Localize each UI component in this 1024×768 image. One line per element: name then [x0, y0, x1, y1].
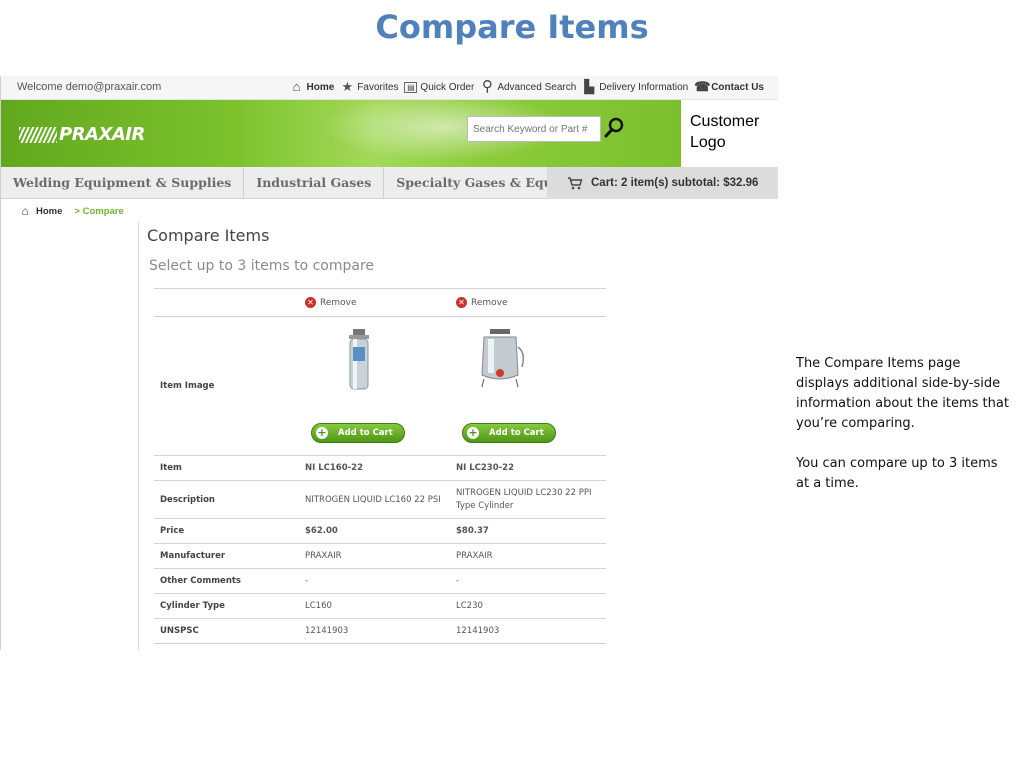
welcome-text: Welcome demo@praxair.com	[17, 81, 162, 93]
cylinder-type-value: LC160	[299, 593, 450, 619]
breadcrumb-current: > Compare	[74, 205, 124, 217]
table-row: Cylinder Type LC160 LC230	[154, 593, 606, 619]
cart-summary[interactable]: Cart: 2 item(s) subtotal: $32.96	[547, 167, 778, 199]
star-icon: ★	[341, 79, 354, 94]
price-value: $80.37	[450, 518, 606, 544]
table-cell: + Add to Cart	[299, 316, 450, 456]
row-label-manufacturer: Manufacturer	[154, 543, 299, 569]
home-icon: ⌂	[21, 204, 29, 218]
page-subtitle: Select up to 3 items to compare	[149, 258, 375, 274]
cylinder-image-lc230[interactable]	[470, 327, 530, 393]
category-nav: Welding Equipment & Supplies Industrial …	[0, 167, 778, 199]
contact-us-link[interactable]: ☎ Contact Us	[694, 80, 764, 94]
price-value: $62.00	[299, 518, 450, 544]
utility-bar: Welcome demo@praxair.com ⌂ Home ★ Favorite…	[0, 76, 778, 100]
remove-button[interactable]: ✕ Remove	[456, 297, 508, 308]
row-label-item: Item	[154, 455, 299, 481]
table-row: UNSPSC 12141903 12141903	[154, 618, 606, 644]
delivery-icon: ▙	[584, 79, 595, 94]
description-value: NITROGEN LIQUID LC230 22 PPI Type Cylind…	[450, 480, 606, 519]
item-image-label: Item Image	[154, 316, 299, 456]
table-cell: ✕ Remove	[299, 288, 450, 317]
magnifier-icon: ⚲	[481, 78, 493, 95]
favorites-link[interactable]: ★ Favorites	[340, 80, 398, 94]
home-icon: ⌂	[292, 79, 301, 94]
row-label-price: Price	[154, 518, 299, 544]
unspsc-value: 12141903	[299, 618, 450, 644]
row-label-cylinder-type: Cylinder Type	[154, 593, 299, 619]
quick-order-icon: ▤	[404, 81, 418, 93]
table-row: ✕ Remove ✕ Remove	[154, 288, 606, 317]
note-paragraph: The Compare Items page displays addition…	[796, 356, 1009, 431]
table-cell	[154, 288, 299, 317]
remove-button[interactable]: ✕ Remove	[305, 297, 357, 308]
other-comments-value: -	[450, 568, 606, 594]
category-industrial-gases[interactable]: Industrial Gases	[244, 167, 385, 199]
slide-note: The Compare Items page displays addition…	[796, 354, 1011, 494]
item-image-cell: + Add to Cart	[456, 317, 606, 455]
cylinder-type-value: LC230	[450, 593, 606, 619]
browser-page: Welcome demo@praxair.com ⌂ Home ★ Favorite…	[0, 76, 778, 650]
table-row: Manufacturer PRAXAIR PRAXAIR	[154, 543, 606, 569]
compare-table: ✕ Remove ✕ Remove Item Image + Add to Cart	[154, 288, 606, 644]
table-row: Price $62.00 $80.37	[154, 518, 606, 544]
add-to-cart-button[interactable]: + Add to Cart	[462, 423, 556, 443]
item-link[interactable]: NI LC230-22	[450, 455, 606, 481]
plus-icon: +	[467, 426, 479, 439]
table-cell: ✕ Remove	[450, 288, 606, 317]
table-cell: + Add to Cart	[450, 316, 606, 456]
site-header: PRAXAIR Customer Logo	[0, 100, 778, 167]
quick-order-link[interactable]: ▤ Quick Order	[404, 81, 474, 93]
note-paragraph: You can compare up to 3 items at a time.	[796, 456, 998, 491]
row-label-other-comments: Other Comments	[154, 568, 299, 594]
table-row: Item NI LC160-22 NI LC230-22	[154, 455, 606, 481]
remove-icon: ✕	[305, 297, 316, 308]
item-link[interactable]: NI LC160-22	[299, 455, 450, 481]
search-icon[interactable]	[601, 115, 627, 141]
table-row: Description NITROGEN LIQUID LC160 22 PSI…	[154, 480, 606, 519]
breadcrumb-home[interactable]: Home	[36, 206, 62, 217]
cart-icon	[568, 177, 583, 190]
advanced-search-link[interactable]: ⚲ Advanced Search	[480, 78, 576, 95]
add-to-cart-button[interactable]: + Add to Cart	[311, 423, 405, 443]
logo-stripes-icon	[19, 126, 57, 143]
cylinder-image-lc160[interactable]	[329, 327, 389, 393]
unspsc-value: 12141903	[450, 618, 606, 644]
row-label-description: Description	[154, 480, 299, 519]
slide-title: Compare Items	[375, 8, 649, 46]
customer-logo: Customer Logo	[690, 111, 775, 153]
left-border	[0, 199, 1, 650]
home-link[interactable]: ⌂ Home	[290, 80, 335, 94]
item-image-cell: + Add to Cart	[305, 317, 450, 455]
table-row: Item Image + Add to Cart + Add to Cart	[154, 316, 606, 456]
remove-icon: ✕	[456, 297, 467, 308]
utility-nav: ⌂ Home ★ Favorites ▤ Quick Order ⚲ Advanced …	[290, 78, 764, 95]
praxair-logo[interactable]: PRAXAIR	[19, 124, 145, 145]
phone-icon: ☎	[694, 79, 711, 94]
search-input[interactable]	[467, 116, 601, 142]
table-row: Other Comments - -	[154, 568, 606, 594]
sidebar-divider	[138, 222, 139, 650]
row-label-unspsc: UNSPSC	[154, 618, 299, 644]
page-title: Compare Items	[147, 226, 270, 245]
manufacturer-value: PRAXAIR	[450, 543, 606, 569]
plus-icon: +	[316, 426, 328, 439]
delivery-information-link[interactable]: ▙ Delivery Information	[582, 80, 688, 94]
category-welding[interactable]: Welding Equipment & Supplies	[1, 167, 245, 199]
manufacturer-value: PRAXAIR	[299, 543, 450, 569]
breadcrumb: ⌂ Home > Compare	[18, 204, 124, 218]
description-value: NITROGEN LIQUID LC160 22 PSI	[299, 480, 450, 519]
other-comments-value: -	[299, 568, 450, 594]
